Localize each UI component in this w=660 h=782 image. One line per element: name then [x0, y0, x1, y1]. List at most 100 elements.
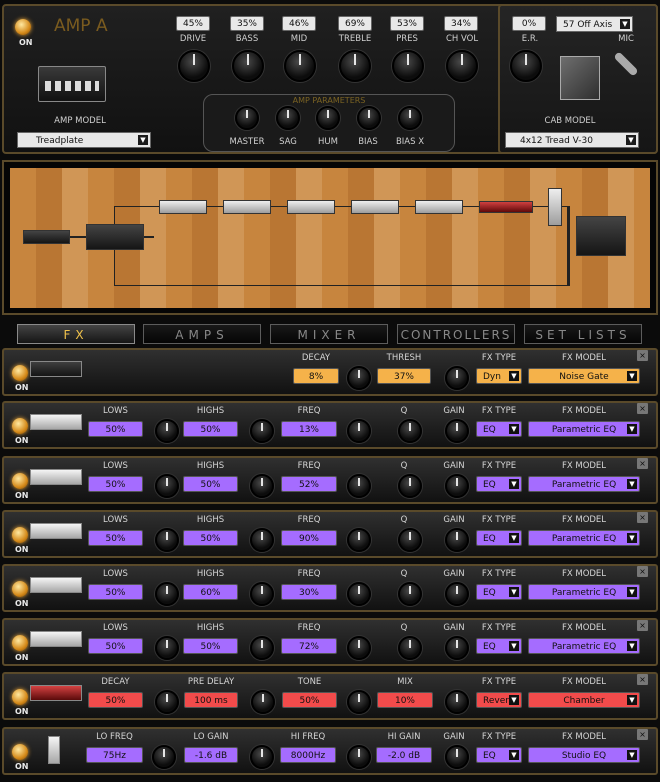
fx-param-knob[interactable] [250, 528, 274, 552]
fx-power-icon[interactable] [12, 418, 28, 434]
close-icon[interactable]: × [637, 674, 648, 685]
close-icon[interactable]: × [637, 403, 648, 414]
studio-eq-rack-icon[interactable] [548, 188, 562, 226]
fx-type-dropdown[interactable]: EQ ▼ [476, 638, 522, 654]
close-icon[interactable]: × [637, 729, 648, 740]
bias-x-knob[interactable] [398, 106, 422, 130]
fx-type-dropdown[interactable]: EQ ▼ [476, 530, 522, 546]
fx-param-knob[interactable] [250, 474, 274, 498]
fx-param-knob[interactable] [398, 636, 422, 660]
fx-param-value[interactable]: 50% [88, 421, 143, 437]
fx-device-icon[interactable] [48, 736, 60, 764]
fx-type-dropdown[interactable]: EQ ▼ [476, 584, 522, 600]
fx-param-knob[interactable] [251, 690, 275, 714]
fx-param-knob[interactable] [347, 636, 371, 660]
fx-param-value[interactable]: 50% [88, 476, 143, 492]
fx-param-knob[interactable] [398, 474, 422, 498]
fx-param-value[interactable]: 50% [88, 638, 143, 654]
mid-value[interactable]: 46% [282, 16, 316, 31]
fx-param-knob[interactable] [155, 528, 179, 552]
fx-type-dropdown[interactable]: EQ ▼ [476, 476, 522, 492]
fx-param-knob[interactable] [155, 690, 179, 714]
fx-param-knob[interactable] [347, 690, 371, 714]
sag-knob[interactable] [276, 106, 300, 130]
fx-param-knob[interactable] [347, 419, 371, 443]
master-knob[interactable] [235, 106, 259, 130]
fx-param-value[interactable]: 50% [183, 530, 238, 546]
fx-type-dropdown[interactable]: Reverb ▼ [476, 692, 522, 708]
hum-knob[interactable] [316, 106, 340, 130]
close-icon[interactable]: × [637, 350, 648, 361]
fx-param-value[interactable]: 72% [281, 638, 337, 654]
fx-param-value[interactable]: 90% [281, 530, 337, 546]
tab-set-lists[interactable]: SET LISTS [524, 324, 642, 344]
pres-knob[interactable] [392, 50, 424, 82]
fx-device-icon[interactable] [30, 361, 82, 377]
fx-param-knob[interactable] [347, 582, 371, 606]
fx-param-knob[interactable] [155, 474, 179, 498]
fx-param-knob[interactable] [250, 582, 274, 606]
fx-power-icon[interactable] [12, 527, 28, 543]
close-icon[interactable]: × [637, 566, 648, 577]
er-knob[interactable] [510, 50, 542, 82]
fx-param-knob[interactable] [155, 636, 179, 660]
drive-value[interactable]: 45% [176, 16, 210, 31]
eq-pedal-4-icon[interactable] [351, 200, 399, 214]
fx-device-icon[interactable] [30, 469, 82, 485]
fx-param-value[interactable]: 50% [183, 638, 238, 654]
fx-model-dropdown[interactable]: Parametric EQ ▼ [528, 638, 640, 654]
fx-param-value[interactable]: 100 ms [184, 692, 238, 708]
tab-mixer[interactable]: MIXER [270, 324, 388, 344]
fx-param-value[interactable]: 30% [281, 584, 337, 600]
fx-param-knob[interactable] [398, 528, 422, 552]
fx-type-dropdown[interactable]: EQ ▼ [476, 421, 522, 437]
fx-param-knob[interactable] [250, 745, 274, 769]
fx-device-icon[interactable] [30, 577, 82, 593]
fx-param-value[interactable]: 13% [281, 421, 337, 437]
fx-param-value[interactable]: 37% [377, 368, 431, 384]
amp-pedal-icon[interactable] [86, 224, 144, 250]
fx-param-value[interactable]: -1.6 dB [184, 747, 238, 763]
fx-param-value[interactable]: 50% [282, 692, 337, 708]
fx-type-dropdown[interactable]: EQ ▼ [476, 747, 522, 763]
tab-amps[interactable]: AMPS [143, 324, 261, 344]
cab-model-dropdown[interactable]: 4x12 Tread V-30 ▼ [505, 132, 639, 148]
fx-param-knob[interactable] [445, 582, 469, 606]
eq-pedal-1-icon[interactable] [159, 200, 207, 214]
fx-param-knob[interactable] [445, 366, 469, 390]
fx-param-value[interactable]: -2.0 dB [376, 747, 432, 763]
fx-device-icon[interactable] [30, 631, 82, 647]
mic-dropdown[interactable]: 57 Off Axis ▼ [556, 16, 633, 32]
fx-param-knob[interactable] [347, 366, 371, 390]
treble-knob[interactable] [339, 50, 371, 82]
eq-pedal-2-icon[interactable] [223, 200, 271, 214]
fx-param-knob[interactable] [445, 528, 469, 552]
fx-model-dropdown[interactable]: Noise Gate ▼ [528, 368, 640, 384]
ch-vol-knob[interactable] [446, 50, 478, 82]
fx-param-knob[interactable] [155, 582, 179, 606]
fx-param-value[interactable]: 75Hz [86, 747, 143, 763]
fx-model-dropdown[interactable]: Parametric EQ ▼ [528, 476, 640, 492]
fx-power-icon[interactable] [12, 581, 28, 597]
fx-param-knob[interactable] [445, 745, 469, 769]
fx-param-knob[interactable] [445, 474, 469, 498]
reverb-pedal-icon[interactable] [479, 201, 533, 213]
close-icon[interactable]: × [637, 458, 648, 469]
fx-param-value[interactable]: 8000Hz [280, 747, 336, 763]
fx-param-knob[interactable] [152, 745, 176, 769]
tab-controllers[interactable]: CONTROLLERS [397, 324, 515, 344]
fx-param-value[interactable]: 8% [293, 368, 339, 384]
fx-param-knob[interactable] [445, 419, 469, 443]
fx-param-knob[interactable] [445, 636, 469, 660]
fx-param-knob[interactable] [250, 636, 274, 660]
fx-param-value[interactable]: 50% [88, 692, 143, 708]
drive-knob[interactable] [178, 50, 210, 82]
fx-param-knob[interactable] [347, 745, 371, 769]
fx-param-value[interactable]: 50% [88, 530, 143, 546]
fx-model-dropdown[interactable]: Parametric EQ ▼ [528, 530, 640, 546]
fx-param-knob[interactable] [347, 528, 371, 552]
fx-model-dropdown[interactable]: Parametric EQ ▼ [528, 421, 640, 437]
mixer-icon[interactable] [576, 216, 626, 256]
fx-param-knob[interactable] [398, 419, 422, 443]
fx-power-icon[interactable] [12, 635, 28, 651]
